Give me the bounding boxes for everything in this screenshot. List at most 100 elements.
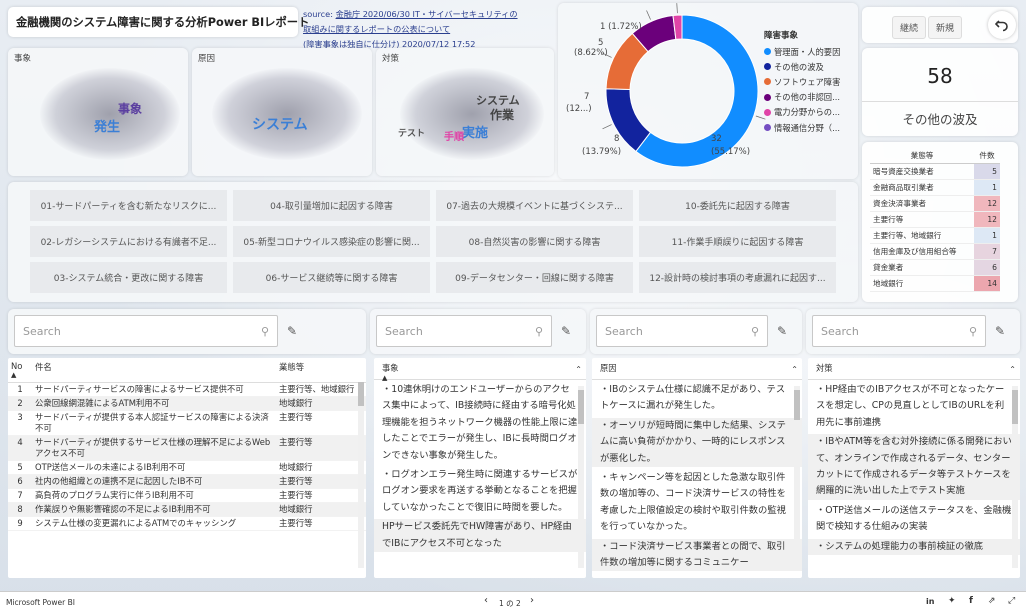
table-row[interactable]: 主要行等、地域銀行 1 (870, 227, 1000, 244)
table-row[interactable]: 8 作業誤りや無影響確認の不足によるIB利用不可 地域銀行 (8, 502, 366, 517)
wordcloud-cause[interactable]: 原因 システム (192, 48, 372, 176)
table-row[interactable]: 9 システム仕様の変更漏れによるATMでのキャッシング 主要行等 (8, 516, 366, 531)
topic-button[interactable]: 10-委託先に起因する障害 (639, 190, 836, 221)
topic-button[interactable]: 08-自然災害の影響に関する障害 (436, 226, 633, 257)
table-row[interactable]: 6 社内の他組織との連携不足に起因したIB不可 主要行等 (8, 474, 366, 489)
industry-count: 6 (974, 259, 1000, 276)
wordcloud-label: 原因 (198, 54, 216, 64)
scrollbar[interactable] (358, 382, 364, 568)
wordcloud-measure[interactable]: 対策 システム 作業 実施 テスト 手順 (376, 48, 554, 176)
wordcloud-label: 事象 (14, 54, 32, 64)
legend-item[interactable]: その他の波及 (764, 59, 856, 74)
event-list-header[interactable]: 事象 ▲ ⌃ (374, 358, 586, 382)
search-input[interactable]: Search ⚲ (596, 315, 768, 347)
next-page-button[interactable]: › (530, 595, 534, 606)
search-input[interactable]: Search ⚲ (812, 315, 986, 347)
linkedin-icon[interactable]: in (926, 597, 934, 606)
industry-name: 地域銀行 (870, 275, 974, 292)
donut-label: (55.17%) (711, 147, 750, 157)
eraser-icon[interactable]: ✎ (554, 319, 578, 343)
legend-item[interactable]: 情報通信分野（... (764, 120, 856, 135)
topic-button[interactable]: 06-サービス継続等に関する障害 (233, 262, 430, 293)
column-header[interactable]: 業態等 (870, 148, 974, 164)
cell-no: 3 (8, 410, 32, 436)
source-link-2[interactable]: 取組みに関するレポートの公表について (303, 22, 563, 37)
cell-type: 地域銀行 (276, 502, 366, 517)
table-row[interactable]: 7 高負荷のプログラム実行に伴うIB利用不可 主要行等 (8, 488, 366, 503)
topic-button[interactable]: 09-データセンター・回線に関する障害 (436, 262, 633, 293)
eraser-icon[interactable]: ✎ (988, 319, 1012, 343)
column-header-name[interactable]: 件名 (32, 358, 276, 383)
donut-chart-card[interactable]: 1 (1.72%) 5 (8.62%) 7 (12...) 8 (13.79%)… (558, 3, 858, 179)
cell-type: 主要行等 (276, 488, 366, 503)
search-row-2: Search ⚲ ✎ (370, 309, 586, 354)
list-item[interactable]: ・コード決済サービス事業者との間で、取引件数の増加等に関するコミュニケー (592, 538, 802, 572)
kpi-divider (862, 101, 1018, 102)
scroll-thumb[interactable] (358, 382, 364, 406)
table-row[interactable]: 信用金庫及び信用組合等 7 (870, 243, 1000, 260)
reset-button[interactable] (988, 11, 1016, 39)
legend-item[interactable]: 電力分野からの... (764, 105, 856, 120)
toggle-new-button[interactable]: 新規 (928, 16, 963, 39)
topic-button[interactable]: 02-レガシーシステムにおける有識者不足... (30, 226, 227, 257)
list-item[interactable]: ・キャンペーン等を起因とした急激な取引件数の増加等の、コード決済サービスの特性を… (600, 470, 794, 536)
legend-item[interactable]: その他の非認回... (764, 90, 856, 105)
topic-button[interactable]: 12-設計時の検討事項の考慮漏れに起因す... (639, 262, 836, 293)
scroll-thumb[interactable] (1012, 390, 1018, 424)
industry-name: 資金決済事業者 (870, 195, 974, 212)
twitter-icon[interactable]: ✦ (948, 596, 956, 606)
legend-dot (764, 48, 771, 56)
eraser-icon[interactable]: ✎ (770, 319, 794, 343)
table-row[interactable]: 1 サードパーティサービスの障害によるサービス提供不可 主要行等、地域銀行 (8, 382, 366, 397)
list-item[interactable]: ・オーソリが短時間に集中した結果、システムに高い負荷がかかり、一時的にレスポンス… (592, 417, 802, 468)
measure-list-header[interactable]: 対策 ⌃ (808, 358, 1020, 380)
table-row[interactable]: 資金決済事業者 12 (870, 195, 1000, 212)
table-row[interactable]: 貸金業者 6 (870, 259, 1000, 276)
table-row[interactable]: 主要行等 12 (870, 211, 1000, 228)
table-row[interactable]: 金融商品取引業者 1 (870, 179, 1000, 196)
wordcloud-event[interactable]: 事象 事象 発生 (8, 48, 188, 176)
scrollbar[interactable] (1012, 386, 1018, 568)
wordcloud-word: 事象 (118, 102, 143, 116)
topic-button[interactable]: 05-新型コロナウイルス感染症の影響に関... (233, 226, 430, 257)
list-item[interactable]: ・OTP送信メールの送信ステータスを、金融機関で検知する仕組みの実装 (816, 503, 1012, 536)
facebook-icon[interactable]: f (969, 596, 973, 606)
column-header-type[interactable]: 業態等 (276, 358, 366, 383)
search-input[interactable]: Search ⚲ (376, 315, 552, 347)
legend-item[interactable]: 管理面・人的要因 (764, 44, 856, 59)
toggle-continue-button[interactable]: 継続 (892, 16, 927, 39)
table-row[interactable]: 3 サードパーティが提供する本人認証サービスの障害による決済不可 主要行等 (8, 410, 366, 436)
topic-button[interactable]: 07-過去の大規模イベントに基づくシステ... (436, 190, 633, 221)
share-icon[interactable]: ⇗ (988, 596, 996, 606)
table-row[interactable]: 5 OTP送信メールの未達によるIB利用不可 地域銀行 (8, 460, 366, 475)
search-input[interactable]: Search ⚲ (14, 315, 278, 347)
topic-button[interactable]: 03-システム統合・更改に関する障害 (30, 262, 227, 293)
list-item[interactable]: ・ログオンエラー発生時に関連するサービスがログオン要求を再送する挙動となることを… (382, 467, 578, 516)
topic-button[interactable]: 11-作業手順誤りに起因する障害 (639, 226, 836, 257)
table-row[interactable]: 2 公衆回線網混雑によるATM利用不可 地域銀行 (8, 396, 366, 411)
legend-item[interactable]: ソフトウェア障害 (764, 74, 856, 89)
cell-no: 4 (8, 435, 32, 461)
scroll-thumb[interactable] (578, 390, 584, 424)
column-header-no[interactable]: No ▲ (8, 358, 32, 383)
list-item[interactable]: ・IBのシステム仕様に認識不足があり、テストケースに漏れが発生した。 (600, 382, 794, 415)
list-item[interactable]: HPサービス委託先でHW障害があり、HP経由でIBにアクセス不可となった (374, 519, 586, 553)
table-row[interactable]: 暗号資産交換業者 5 (870, 163, 1000, 180)
scrollbar[interactable] (794, 386, 800, 568)
source-link-1[interactable]: 金融庁 2020/06/30 IT・サイバーセキュリティの (336, 9, 518, 19)
eraser-icon[interactable]: ✎ (280, 319, 304, 343)
fullscreen-icon[interactable]: ⤢ (1008, 596, 1015, 606)
prev-page-button[interactable]: ‹ (484, 595, 488, 606)
scroll-thumb[interactable] (794, 390, 800, 420)
list-item[interactable]: ・10連休明けのエンドユーザーからのアクセス集中によって、IB接続時に経由する暗… (382, 382, 578, 464)
table-row[interactable]: 地域銀行 14 (870, 275, 1000, 292)
topic-button[interactable]: 01-サードパーティを含む新たなリスクに... (30, 190, 227, 221)
cause-list-header[interactable]: 原因 ⌃ (592, 358, 802, 380)
list-item[interactable]: ・システムの処理能力の事前検証の徹底 (808, 538, 1020, 556)
column-header[interactable]: 件数 (974, 148, 1000, 164)
topic-button[interactable]: 04-取引量増加に起因する障害 (233, 190, 430, 221)
table-row[interactable]: 4 サードパーティが提供するサービス仕様の理解不足によるWebアクセス不可 主要行等 (8, 435, 366, 461)
list-item[interactable]: ・HP経由でのIBアクセスが不可となったケースを想定し、CPの見直しとしてIBの… (816, 382, 1012, 431)
list-item[interactable]: ・IBやATM等を含む対外接続に係る開発において、オンラインで作成されるデータ、… (808, 434, 1020, 500)
scrollbar[interactable] (578, 386, 584, 568)
